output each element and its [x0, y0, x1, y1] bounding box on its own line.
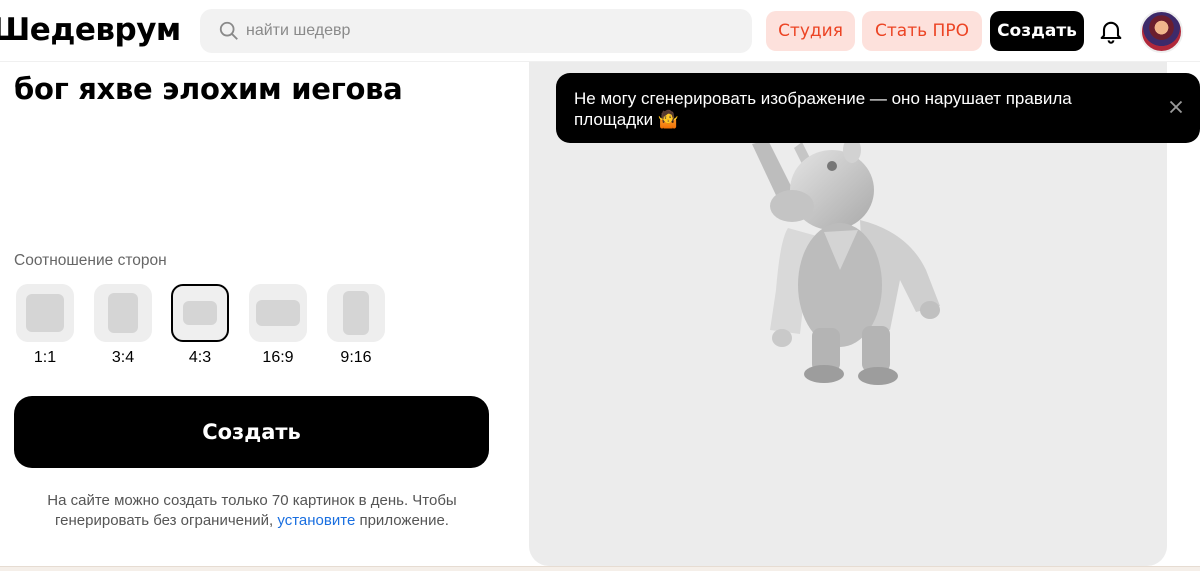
search-input[interactable]: [246, 22, 726, 40]
taskbar-edge: [0, 566, 1200, 571]
portrait-ratio-icon: [108, 293, 138, 333]
wide-ratio-icon: [256, 300, 300, 326]
rhino-figure-image: [752, 137, 940, 385]
error-toast: Не могу сгенерировать изображение — оно …: [556, 73, 1200, 143]
search-bar[interactable]: [200, 9, 752, 53]
tall-ratio-icon: [343, 291, 369, 335]
aspect-option-label: 4:3: [188, 349, 212, 366]
limit-text-end: приложение.: [359, 511, 449, 529]
aspect-option-16-9[interactable]: [249, 284, 307, 342]
install-app-link[interactable]: установите: [277, 512, 355, 529]
aspect-option-1-1[interactable]: [16, 284, 74, 342]
aspect-option-9-16[interactable]: [327, 284, 385, 342]
bell-icon[interactable]: [1097, 17, 1125, 45]
search-icon: [219, 21, 238, 40]
aspect-option-label: 1:1: [33, 349, 57, 366]
close-icon[interactable]: [1165, 96, 1187, 118]
page: Шедеврум Студия Стать ПРО Создать бог ях…: [0, 0, 1200, 571]
aspect-option-3-4[interactable]: [94, 284, 152, 342]
aspect-ratio-label: Соотношение сторон: [14, 252, 167, 269]
logo[interactable]: Шедеврум: [0, 12, 181, 48]
create-button[interactable]: Создать: [14, 396, 489, 468]
landscape-ratio-icon: [183, 301, 217, 325]
header-create-button[interactable]: Создать: [990, 11, 1084, 51]
toast-message: Не могу сгенерировать изображение — оно …: [574, 89, 1072, 129]
daily-limit-notice: На сайте можно создать только 70 картино…: [40, 491, 464, 530]
avatar[interactable]: [1140, 10, 1183, 53]
aspect-option-4-3[interactable]: [171, 284, 229, 342]
top-bar: Шедеврум Студия Стать ПРО Создать: [0, 0, 1200, 62]
studio-button[interactable]: Студия: [766, 11, 855, 51]
aspect-option-label: 9:16: [340, 349, 372, 366]
aspect-option-label: 16:9: [262, 349, 294, 366]
get-pro-button[interactable]: Стать ПРО: [862, 11, 982, 51]
aspect-option-label: 3:4: [111, 349, 135, 366]
square-ratio-icon: [26, 294, 64, 332]
prompt-title: бог яхве элохим иегова: [14, 72, 403, 106]
